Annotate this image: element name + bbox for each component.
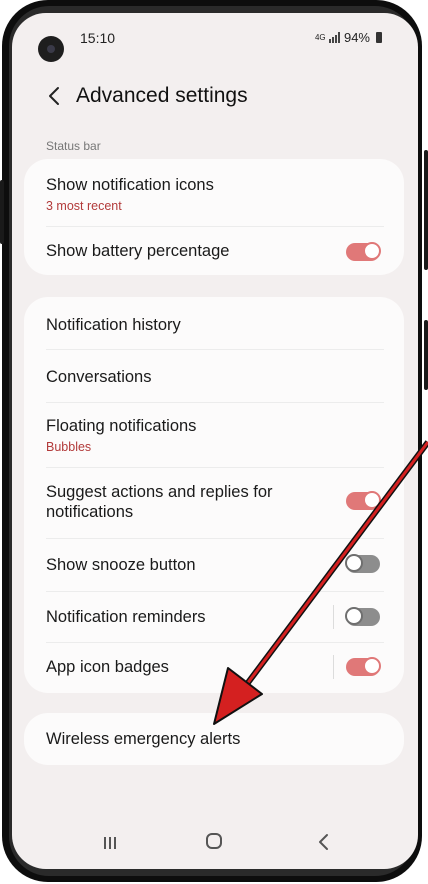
notification-reminders-item[interactable]: Notification reminders [24,592,404,642]
home-icon[interactable] [206,833,222,849]
back-icon[interactable] [316,833,332,851]
wireless-emergency-alerts-label: Wireless emergency alerts [46,730,241,748]
item-label: Floating notifications [46,417,197,435]
network-label: 4G [314,32,326,42]
status-time: 15:10 [80,30,116,46]
show-snooze-button-item[interactable]: Show snooze button [24,539,404,591]
floating-notifications-item[interactable]: Floating notifications Bubbles [24,403,404,467]
item-label: Show battery percentage [46,242,230,260]
chevron-left-icon [49,87,59,105]
suggest-actions-item[interactable]: Suggest actions and replies for notifica… [24,468,404,538]
item-sub: Bubbles [46,440,92,454]
item-label: App icon badges [46,658,169,676]
signal-icon [328,32,340,43]
side-button-right-bottom [424,320,428,390]
front-camera [38,36,64,62]
show-notification-icons-item[interactable]: Show notification icons 3 most recent [24,159,404,225]
page-title: Advanced settings [76,84,248,107]
battery-percentage: 94% [343,30,370,45]
notification-history-item[interactable]: Notification history [24,297,404,349]
side-button-right-top [424,150,428,270]
item-label: Suggest actions and replies for notifica… [46,483,273,521]
vertical-separator [333,655,334,679]
snooze-button-toggle[interactable] [345,554,380,573]
notification-reminders-toggle[interactable] [345,607,380,626]
item-label: Notification reminders [46,608,206,626]
item-label: Notification history [46,316,181,334]
side-button-left [0,180,4,244]
item-label: Conversations [46,368,152,386]
item-sub: 3 most recent [46,199,122,213]
suggest-actions-toggle[interactable] [346,491,381,510]
recents-icon[interactable] [102,835,118,851]
vertical-separator [333,605,334,629]
show-battery-percentage-item[interactable]: Show battery percentage [24,227,404,275]
notifications-card: Notification history Conversations Float… [24,297,404,693]
section-label-status-bar: Status bar [46,139,101,153]
status-bar-card: Show notification icons 3 most recent Sh… [24,159,404,275]
item-label: Show notification icons [46,176,214,194]
screen: 15:10 4G 94% Advanced settings Status ba… [12,13,418,869]
emergency-alerts-card[interactable]: Wireless emergency alerts [24,713,404,765]
battery-icon [376,32,382,43]
app-bar: Advanced settings [12,75,418,119]
navigation-bar [12,817,418,869]
app-icon-badges-toggle[interactable] [346,657,381,676]
conversations-item[interactable]: Conversations [24,350,404,402]
status-bar: 15:10 4G 94% [12,13,418,63]
app-icon-badges-item[interactable]: App icon badges [24,643,404,693]
back-button[interactable] [42,83,68,109]
battery-percentage-toggle[interactable] [346,242,381,261]
status-indicators: 4G 94% [315,30,382,45]
item-label: Show snooze button [46,556,196,574]
